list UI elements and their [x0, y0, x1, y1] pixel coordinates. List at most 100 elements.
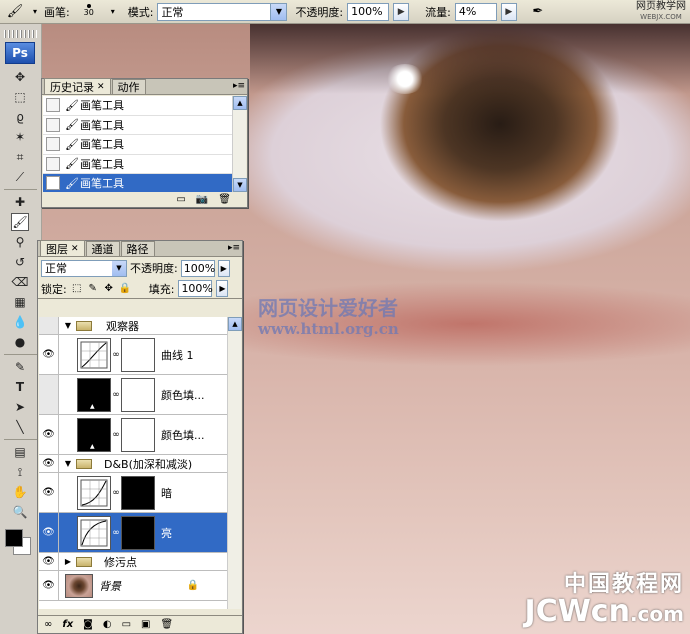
brush-size-picker[interactable]: 30	[74, 2, 104, 22]
link-icon[interactable]: ∞	[112, 390, 120, 400]
history-item[interactable]: 🖌 画笔工具	[43, 116, 233, 135]
scroll-up-icon[interactable]: ▲	[233, 96, 247, 110]
healing-brush-tool-icon[interactable]: ✚	[11, 193, 29, 211]
link-icon[interactable]: ∞	[112, 430, 120, 440]
opacity-input[interactable]: 100%	[347, 2, 390, 21]
slice-tool-icon[interactable]: ⟋	[11, 168, 29, 186]
blend-mode-select[interactable]: 正常 ▼	[41, 259, 127, 277]
brush-tool-icon[interactable]: 🖌	[11, 213, 29, 231]
new-document-from-state-icon[interactable]: ▭	[176, 194, 185, 205]
link-layers-icon[interactable]: ∞	[44, 619, 52, 630]
tab-channels[interactable]: 通道	[85, 241, 120, 256]
hand-tool-icon[interactable]: ✋	[11, 483, 29, 501]
opacity-slider-arrow-icon[interactable]: ▶	[393, 2, 410, 21]
expanded-triangle-icon[interactable]: ▼	[62, 459, 74, 468]
link-icon[interactable]: ∞	[112, 350, 120, 360]
magic-wand-tool-icon[interactable]: ✶	[11, 128, 29, 146]
new-group-icon[interactable]: ▭	[122, 619, 131, 630]
tab-actions[interactable]: 动作	[111, 79, 146, 94]
ps-logo[interactable]: Ps	[5, 42, 35, 64]
dodge-tool-icon[interactable]: ●	[11, 333, 29, 351]
blur-tool-icon[interactable]: 💧	[11, 313, 29, 331]
path-selection-tool-icon[interactable]: ➤	[11, 398, 29, 416]
notes-tool-icon[interactable]: ▤	[11, 443, 29, 461]
layer-group-row[interactable]: 👁 ▼ D&B(加深和减淡)	[39, 455, 227, 473]
lock-all-icon[interactable]: 🔒	[119, 283, 131, 295]
eye-icon[interactable]: 👁	[39, 513, 59, 552]
eraser-tool-icon[interactable]: ⌫	[11, 273, 29, 291]
history-item-selected[interactable]: 🖌 画笔工具	[43, 174, 233, 192]
collapsed-triangle-icon[interactable]: ▶	[62, 557, 74, 566]
layer-row[interactable]: ▲ ∞ 颜色填...	[39, 375, 227, 415]
history-item[interactable]: 🖌 画笔工具	[43, 155, 233, 174]
scroll-down-icon[interactable]: ▼	[233, 178, 247, 192]
eye-icon[interactable]: 👁	[39, 571, 59, 600]
eye-icon[interactable]: 👁	[39, 335, 59, 374]
expanded-triangle-icon[interactable]: ▼	[62, 321, 74, 330]
flow-slider-arrow-icon[interactable]: ▶	[500, 2, 517, 21]
visibility-toggle[interactable]	[39, 375, 59, 414]
create-snapshot-icon[interactable]: 📷	[196, 194, 208, 205]
close-icon[interactable]: ✕	[97, 82, 105, 92]
history-item[interactable]: 🖌 画笔工具	[43, 96, 233, 116]
history-snapshot-checkbox[interactable]	[46, 156, 60, 171]
layer-opacity-input[interactable]: 100%	[180, 259, 215, 277]
layer-mask-thumbnail[interactable]	[121, 417, 155, 452]
tab-layers[interactable]: 图层 ✕	[40, 240, 85, 256]
gradient-tool-icon[interactable]: ▦	[11, 293, 29, 311]
eye-icon[interactable]: 👁	[39, 415, 59, 454]
move-tool-icon[interactable]: ✥	[11, 68, 29, 86]
adjustment-layer-icon[interactable]: ◐	[103, 619, 112, 630]
history-snapshot-checkbox[interactable]	[46, 137, 60, 152]
delete-layer-icon[interactable]: 🗑	[161, 619, 174, 630]
delete-state-icon[interactable]: 🗑	[218, 194, 231, 205]
layer-group-row[interactable]: 👁 ▶ 修污点	[39, 553, 227, 571]
layer-mask-thumbnail[interactable]	[121, 475, 155, 510]
type-tool-icon[interactable]: T	[11, 378, 29, 396]
history-item[interactable]: 🖌 画笔工具	[43, 135, 233, 155]
layer-row-selected[interactable]: 👁 ∞ 亮	[39, 513, 227, 553]
close-icon[interactable]: ✕	[71, 244, 79, 254]
flow-input[interactable]: 4%	[454, 2, 497, 21]
opacity-slider-arrow-icon[interactable]: ▶	[217, 259, 230, 277]
eye-icon[interactable]: 👁	[39, 455, 59, 472]
layer-mask-thumbnail[interactable]	[121, 377, 155, 412]
brush-picker-arrow-icon[interactable]: ▾	[108, 3, 118, 21]
history-brush-tool-icon[interactable]: ↺	[11, 253, 29, 271]
line-tool-icon[interactable]: ╲	[11, 418, 29, 436]
clone-stamp-tool-icon[interactable]: ⚲	[11, 233, 29, 251]
fill-slider-arrow-icon[interactable]: ▶	[216, 280, 229, 297]
history-snapshot-checkbox[interactable]	[46, 176, 60, 191]
lock-position-icon[interactable]: ✥	[103, 283, 115, 295]
tab-paths[interactable]: 路径	[120, 241, 155, 256]
scroll-up-icon[interactable]: ▲	[228, 317, 242, 331]
eye-icon[interactable]: 👁	[39, 473, 59, 512]
lasso-tool-icon[interactable]: ϱ	[11, 108, 29, 126]
visibility-toggle[interactable]	[39, 317, 59, 334]
fill-input[interactable]: 100%	[178, 280, 213, 297]
layers-scrollbar[interactable]: ▲	[227, 317, 242, 609]
panel-menu-icon[interactable]: ▸≡	[233, 81, 245, 91]
zoom-tool-icon[interactable]: 🔍	[11, 503, 29, 521]
panel-menu-icon[interactable]: ▸≡	[228, 243, 240, 253]
lock-transparency-icon[interactable]: ⬚	[71, 283, 83, 295]
mode-select[interactable]: 正常 ▼	[157, 2, 288, 21]
layer-row[interactable]: 👁 ∞ 曲线 1	[39, 335, 227, 375]
history-snapshot-checkbox[interactable]	[46, 98, 60, 113]
background-layer-row[interactable]: 👁 背景 🔒	[39, 571, 227, 601]
layer-row[interactable]: 👁 ▲ ∞ 颜色填...	[39, 415, 227, 455]
lock-pixels-icon[interactable]: ✎	[87, 283, 99, 295]
history-scrollbar[interactable]: ▲ ▼	[232, 96, 247, 192]
airbrush-icon[interactable]: ✒	[527, 3, 549, 21]
eye-icon[interactable]: 👁	[39, 553, 59, 570]
layer-row[interactable]: 👁 ∞ 暗	[39, 473, 227, 513]
chevron-down-icon[interactable]: ▾	[30, 3, 40, 21]
crop-tool-icon[interactable]: ⌗	[11, 148, 29, 166]
layer-group-row[interactable]: ▼ 观察器	[39, 317, 227, 335]
color-swatches[interactable]	[0, 525, 41, 555]
tab-history[interactable]: 历史记录 ✕	[44, 78, 111, 94]
link-icon[interactable]: ∞	[112, 528, 120, 538]
history-snapshot-checkbox[interactable]	[46, 117, 60, 132]
layer-mask-thumbnail[interactable]	[121, 515, 155, 550]
new-layer-icon[interactable]: ▣	[141, 619, 150, 630]
